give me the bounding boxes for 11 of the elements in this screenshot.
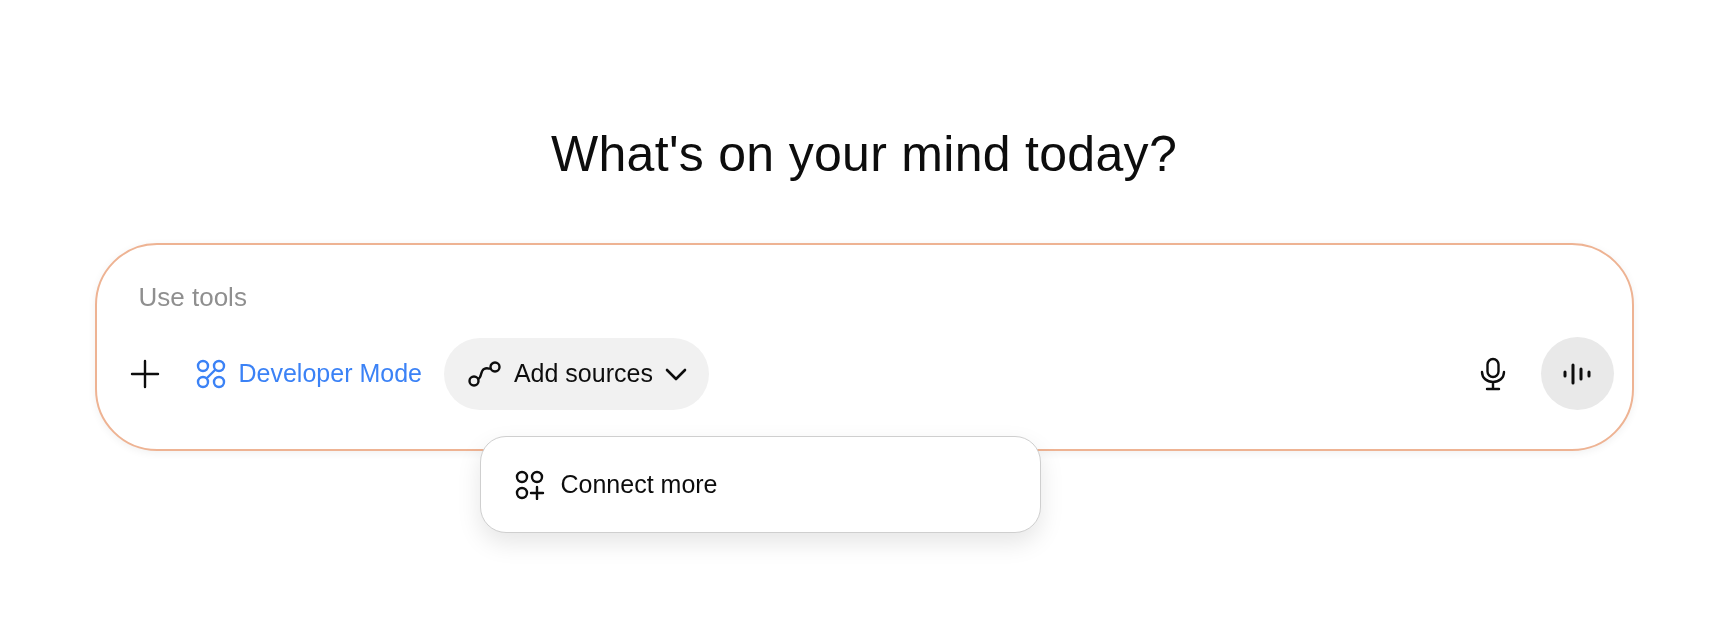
menu-item[interactable]: Connect more <box>490 459 1030 510</box>
developer-mode-button[interactable]: Developer Mode <box>182 347 434 400</box>
page-heading: What's on your mind today? <box>551 125 1177 184</box>
chevron-down-icon <box>664 366 687 381</box>
add-sources-button[interactable]: Add sources <box>443 337 709 410</box>
voice-wave-icon <box>1563 362 1591 385</box>
connected-nodes-icon <box>467 359 502 388</box>
plus-icon <box>129 358 160 389</box>
microphone-icon <box>1479 356 1506 391</box>
circles-plus-icon <box>514 469 545 500</box>
nodes-icon <box>194 357 227 390</box>
